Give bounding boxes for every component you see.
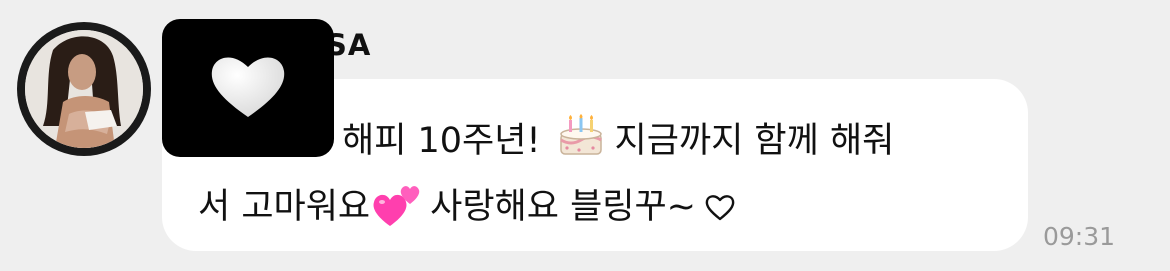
message-line-2: 서 고마워요 사랑해요 블링꾸~ bbox=[198, 178, 736, 237]
message-text-part: 지금까지 함께 해줘 bbox=[614, 121, 895, 161]
white-heart-outline-icon bbox=[704, 191, 736, 231]
white-heart-icon bbox=[211, 57, 285, 117]
birthday-cake-icon bbox=[555, 114, 607, 167]
sender-avatar[interactable] bbox=[17, 22, 151, 156]
message-text-part: 사랑해요 블링꾸~ bbox=[430, 187, 696, 227]
message-timestamp: 09:31 bbox=[1043, 222, 1116, 251]
avatar-image bbox=[25, 30, 143, 148]
message-line-1: 해피 10주년! 지금까지 함께 해줘 bbox=[342, 112, 894, 167]
message-text-part: 해피 10주년! bbox=[342, 121, 541, 161]
censor-overlay bbox=[162, 19, 334, 157]
avatar-photo bbox=[25, 30, 143, 148]
two-hearts-icon bbox=[372, 180, 424, 237]
message-text-part: 서 고마워요 bbox=[198, 187, 371, 227]
